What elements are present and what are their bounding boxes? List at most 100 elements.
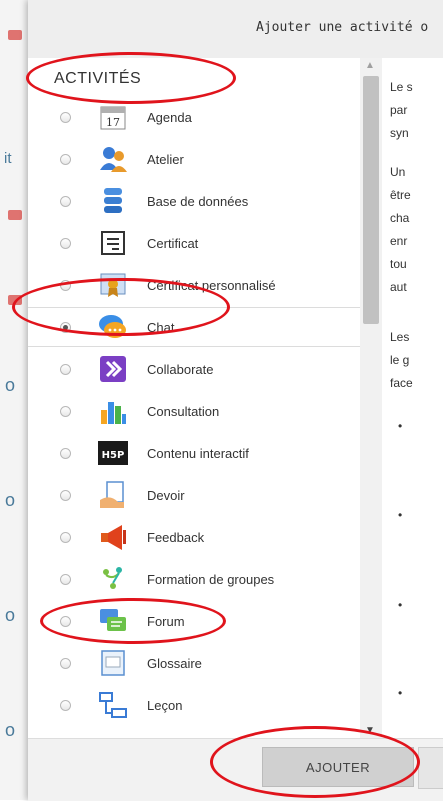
description-bullet: • — [398, 686, 403, 700]
activity-label: Base de données — [147, 193, 249, 209]
description-bullet: • — [398, 598, 403, 612]
background-text: it — [4, 150, 12, 167]
description-line: syn — [390, 126, 409, 140]
activity-radio[interactable] — [60, 699, 71, 711]
scrollbar-thumb[interactable] — [363, 76, 379, 324]
activity-label: Devoir — [147, 487, 185, 503]
activity-label: Certificat — [147, 235, 199, 251]
activity-item-certificat[interactable]: Certificat — [28, 224, 360, 262]
activity-item-lecon[interactable]: Leçon — [28, 686, 360, 724]
activity-radio[interactable] — [60, 531, 71, 543]
activity-item-group-formation[interactable]: Formation de groupes — [28, 560, 360, 598]
activity-label: Collaborate — [147, 361, 214, 377]
activity-label: Forum — [147, 613, 185, 629]
activity-item-collaborate[interactable]: Collaborate — [28, 350, 360, 388]
activity-label: Chat — [147, 319, 175, 335]
activity-label: Agenda — [147, 109, 192, 125]
activity-radio[interactable] — [60, 279, 71, 291]
activity-label: Certificat personnalisé — [147, 277, 276, 293]
h5p-icon: H5P — [98, 441, 128, 465]
svg-text:H5P: H5P — [102, 450, 125, 461]
add-button[interactable]: AJOUTER — [262, 747, 414, 787]
description-line: Le s — [390, 80, 413, 94]
add-activity-dialog: Ajouter une activité o ACTIVITÉS 17 Agen… — [28, 0, 443, 801]
description-line: Un — [390, 165, 406, 179]
description-line: tou — [390, 257, 407, 271]
activity-item-agenda[interactable]: 17 Agenda — [28, 98, 360, 136]
dialog-header: Ajouter une activité o — [28, 0, 443, 59]
group-formation-icon — [103, 567, 122, 589]
activity-item-feedback[interactable]: Feedback — [28, 518, 360, 556]
scroll-down-arrow-icon[interactable]: ▼ — [365, 725, 375, 736]
activity-radio[interactable] — [60, 237, 71, 249]
activity-radio[interactable] — [60, 447, 71, 459]
activity-list-scrollbar[interactable]: ▲ ▼ — [360, 58, 382, 738]
description-line: aut — [390, 280, 407, 294]
activity-item-custom-certificate[interactable]: Certificat personnalisé — [28, 266, 360, 304]
description-line: enr — [390, 234, 408, 248]
activity-label: Feedback — [147, 529, 205, 545]
collaborate-icon — [100, 356, 126, 382]
activity-radio[interactable] — [60, 405, 71, 417]
description-bullet: • — [398, 419, 403, 433]
activity-radio[interactable] — [60, 153, 71, 165]
description-bullet: • — [398, 508, 403, 522]
activity-label: Atelier — [147, 151, 184, 167]
activity-label: Leçon — [147, 697, 183, 713]
activity-list: ACTIVITÉS 17 Agenda Atelier Base de donn… — [28, 58, 360, 738]
description-line: par — [390, 103, 408, 117]
activity-item-consultation[interactable]: Consultation — [28, 392, 360, 430]
forum-icon — [100, 609, 126, 631]
activity-description: Le s par syn Un être cha enr tou aut Les… — [382, 58, 443, 738]
activity-radio[interactable] — [60, 489, 71, 501]
activity-item-database[interactable]: Base de données — [28, 182, 360, 220]
activity-item-atelier[interactable]: Atelier — [28, 140, 360, 178]
scroll-up-arrow-icon[interactable]: ▲ — [365, 60, 375, 71]
certificate-icon — [101, 231, 125, 255]
workshop-people-icon — [100, 147, 127, 172]
description-line: être — [390, 188, 411, 202]
background-text: o — [5, 490, 16, 510]
background-badge — [8, 295, 22, 305]
activity-radio[interactable] — [60, 657, 71, 669]
activity-item-chat[interactable]: Chat — [28, 307, 360, 347]
background-text: o — [5, 720, 16, 740]
description-line: cha — [390, 211, 410, 225]
megaphone-icon — [101, 525, 126, 550]
database-icon — [104, 188, 122, 213]
activity-item-glossaire[interactable]: Glossaire — [28, 644, 360, 682]
lesson-icon — [99, 692, 127, 718]
background-badge — [8, 30, 22, 40]
activity-item-interactive-content[interactable]: H5P Contenu interactif — [28, 434, 360, 472]
cancel-button[interactable] — [418, 747, 443, 789]
activity-radio[interactable] — [60, 573, 71, 585]
glossary-icon — [101, 650, 125, 676]
description-line: face — [390, 376, 413, 390]
activity-item-forum[interactable]: Forum — [28, 602, 360, 640]
activity-radio[interactable] — [60, 195, 71, 207]
dialog-title: Ajouter une activité o — [256, 20, 429, 35]
activity-item-devoir[interactable]: Devoir — [28, 476, 360, 514]
background-text: o — [5, 375, 16, 395]
description-line: Les — [390, 330, 410, 344]
activity-radio[interactable] — [60, 321, 71, 333]
assignment-icon — [100, 481, 124, 508]
section-title: ACTIVITÉS — [54, 70, 142, 87]
calendar-icon: 17 — [100, 106, 126, 130]
bar-chart-icon — [101, 402, 126, 424]
activity-label: Contenu interactif — [147, 445, 249, 461]
activity-label: Glossaire — [147, 655, 202, 671]
activity-radio[interactable] — [60, 111, 71, 123]
activity-radio[interactable] — [60, 615, 71, 627]
description-line: le g — [390, 353, 410, 367]
activity-label: Formation de groupes — [147, 571, 275, 587]
activity-radio[interactable] — [60, 363, 71, 375]
svg-text:17: 17 — [106, 116, 120, 129]
activity-label: Consultation — [147, 403, 220, 419]
chat-bubble-icon — [99, 315, 126, 338]
dialog-footer: AJOUTER — [28, 738, 443, 801]
background-page: it o o o o — [0, 0, 29, 800]
custom-certificate-icon — [100, 273, 126, 297]
background-text: o — [5, 605, 16, 625]
background-badge — [8, 210, 22, 220]
